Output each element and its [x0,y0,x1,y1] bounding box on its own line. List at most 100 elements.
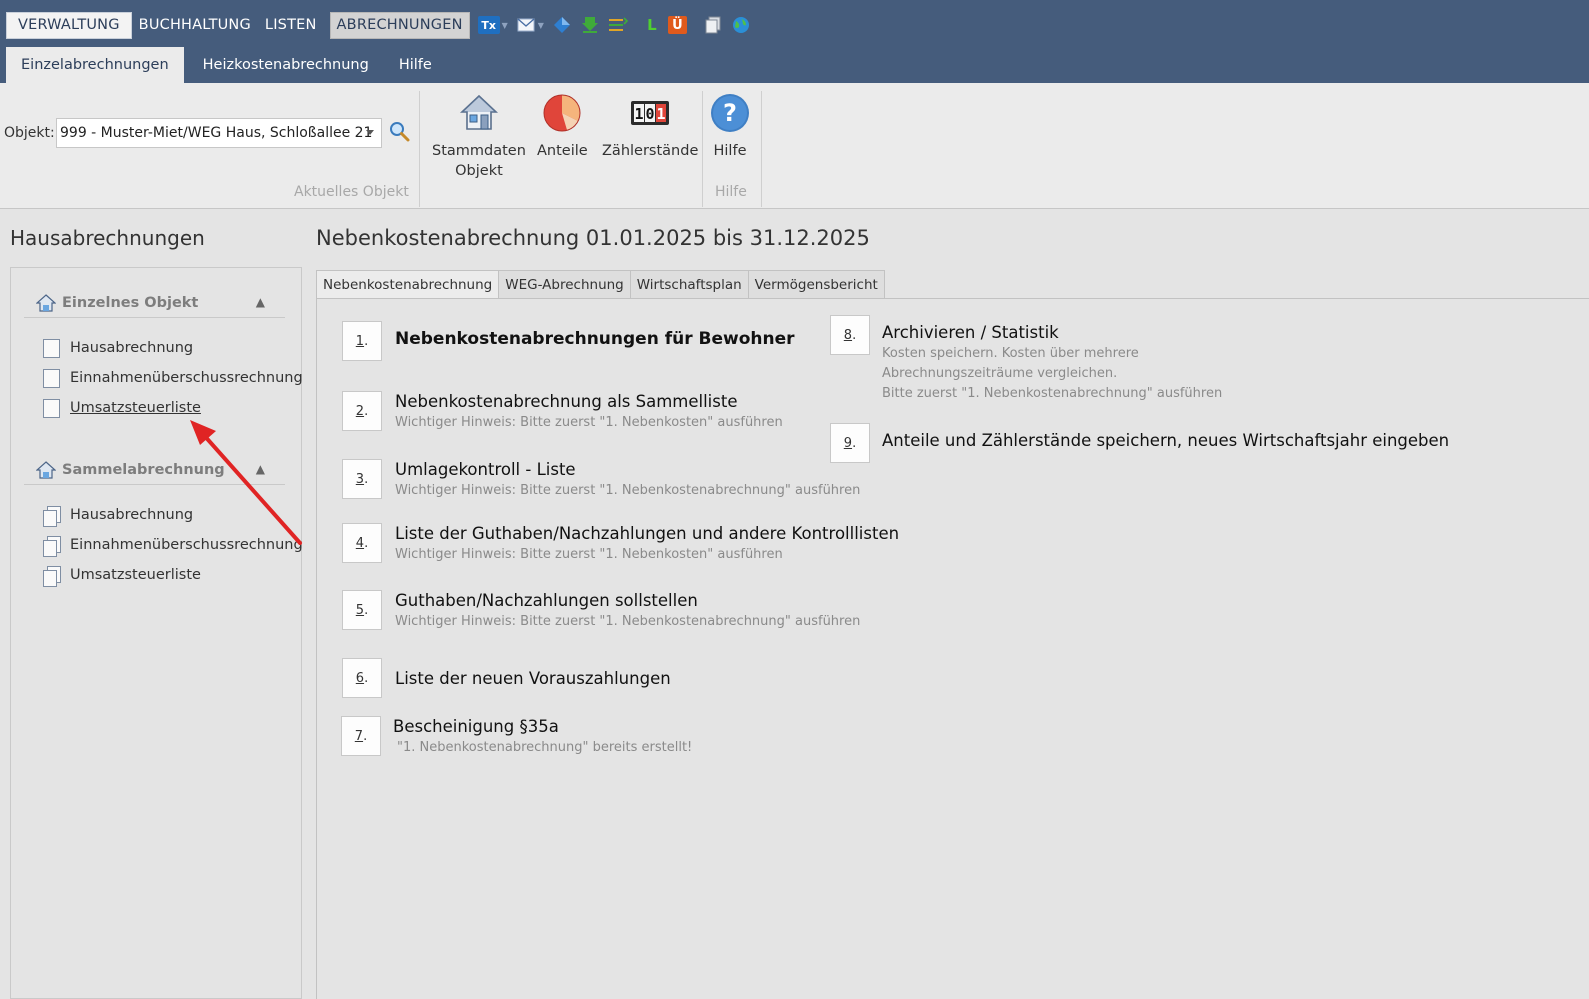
tab-heizkostenabrechnung[interactable]: Heizkostenabrechnung [188,47,384,83]
stammdaten-label-2: Objekt [455,163,503,179]
ribbon: Objekt: 999 - Muster-Miet/WEG Haus, Schl… [0,83,1589,209]
tx-icon[interactable]: Tx [477,16,500,34]
list-item-label: Hausabrechnung [70,507,194,523]
step-hint-line-3: Bitte zuerst "1. Nebenkostenabrechnung" … [882,386,1223,401]
zaehlerstaende-button[interactable]: 101 Zählerstände [602,93,698,161]
anteile-label: Anteile [537,143,588,159]
left-panel-title: Hausabrechnungen [10,226,205,250]
copy-icon[interactable] [703,15,723,35]
step-number-button[interactable]: 3. [342,459,382,499]
step-number-button[interactable]: 7. [341,716,381,756]
step-9[interactable]: 9. Anteile und Zählerstände speichern, n… [830,423,1449,463]
step-7[interactable]: 7. Bescheinigung §35a "1. Nebenkostenabr… [341,716,692,758]
step-title[interactable]: Nebenkostenabrechnungen für Bewohner [395,328,795,350]
ue-icon[interactable]: Ü [667,16,687,34]
step-number-button[interactable]: 5. [342,590,382,630]
list-item-sammel-umsatzsteuerliste[interactable]: Umsatzsteuerliste [43,564,201,587]
globe-icon[interactable] [731,15,751,35]
step-hint-line-2: Abrechnungszeiträume vergleichen. [882,366,1118,381]
step-number-button[interactable]: 9. [830,423,870,463]
step-5[interactable]: 5. Guthaben/Nachzahlungen sollstellen Wi… [342,590,860,632]
chevron-down-icon[interactable]: ▼ [502,21,508,30]
group-header-einzelnes-objekt[interactable]: Einzelnes Objekt ▲ [24,288,285,318]
step-title[interactable]: Archivieren / Statistik [882,322,1222,344]
step-number-button[interactable]: 2. [342,391,382,431]
group-label-aktuelles-objekt: Aktuelles Objekt [294,184,409,200]
ribbon-tabs: Einzelabrechnungen Heizkostenabrechnung … [6,47,447,83]
title-bar: VERWALTUNG BUCHHALTUNG LISTEN ABRECHNUNG… [0,0,1589,83]
tab-nebenkostenabrechnung[interactable]: Nebenkostenabrechnung [316,270,500,299]
tab-vermoegensbericht[interactable]: Vermögensbericht [747,270,885,299]
step-number-button[interactable]: 4. [342,523,382,563]
step-8[interactable]: 8. Archivieren / Statistik Kosten speich… [830,315,1222,404]
mail-icon[interactable] [516,15,536,35]
documents-icon [43,535,61,557]
chevron-up-icon[interactable]: ▲ [256,295,265,309]
list-icon[interactable] [608,15,628,35]
step-1[interactable]: 1. Nebenkostenabrechnungen für Bewohner [342,321,795,361]
object-label: Objekt: [4,125,55,141]
document-icon [43,368,60,388]
download-icon[interactable] [580,15,600,35]
step-4[interactable]: 4. Liste der Guthaben/Nachzahlungen und … [342,523,899,565]
list-item-label: Hausabrechnung [70,340,194,356]
menu-listen[interactable]: LISTEN [258,12,324,39]
step-number-button[interactable]: 6. [342,658,382,698]
stammdaten-label-1: Stammdaten [432,143,526,159]
tab-einzelabrechnungen[interactable]: Einzelabrechnungen [6,47,184,83]
help-icon: ? [710,93,750,133]
main-tabs: Nebenkostenabrechnung WEG-Abrechnung Wir… [316,270,885,299]
menu-verwaltung[interactable]: VERWALTUNG [6,11,132,39]
menu-buchhaltung[interactable]: BUCHHALTUNG [132,12,258,39]
hilfe-button[interactable]: ? Hilfe [710,93,750,161]
step-hint: "1. Nebenkostenabrechnung" bereits erste… [397,740,693,755]
list-item-einnahmenueberschussrechnung[interactable]: Einnahmenüberschussrechnung [43,367,303,389]
step-title[interactable]: Liste der Guthaben/Nachzahlungen und and… [395,523,899,545]
step-number-button[interactable]: 1. [342,321,382,361]
step-number-button[interactable]: 8. [830,315,870,355]
step-title[interactable]: Umlagekontroll - Liste [395,459,860,481]
documents-icon [43,565,61,587]
object-select-value: 999 - Muster-Miet/WEG Haus, Schloßallee … [60,125,373,141]
step-hint: Wichtiger Hinweis: Bitte zuerst "1. Nebe… [395,415,783,430]
ribbon-separator [702,91,703,207]
menu-abrechnungen[interactable]: ABRECHNUNGEN [329,11,470,39]
object-select[interactable]: 999 - Muster-Miet/WEG Haus, Schloßallee … [56,118,382,148]
step-title[interactable]: Bescheinigung §35a [393,716,692,738]
anteile-button[interactable]: Anteile [537,93,588,161]
list-item-label: Umsatzsteuerliste [70,400,201,416]
ribbon-separator [419,91,420,207]
stammdaten-objekt-button[interactable]: Stammdaten Objekt [432,93,526,181]
step-hint: Wichtiger Hinweis: Bitte zuerst "1. Nebe… [395,547,783,562]
ribbon-separator [761,91,762,207]
step-title[interactable]: Liste der neuen Vorauszahlungen [395,668,671,690]
counter-digit: 1 [657,105,666,123]
step-title[interactable]: Guthaben/Nachzahlungen sollstellen [395,590,860,612]
list-item-sammel-hausabrechnung[interactable]: Hausabrechnung [43,504,194,527]
tab-hilfe[interactable]: Hilfe [384,47,447,83]
counter-digit: 1 [635,105,644,123]
diamond-icon[interactable] [552,15,572,35]
list-item-label: Umsatzsteuerliste [70,567,201,583]
building-icon [35,293,57,312]
step-6[interactable]: 6. Liste der neuen Vorauszahlungen [342,658,671,698]
counter-icon: 101 [630,93,670,133]
step-3[interactable]: 3. Umlagekontroll - Liste Wichtiger Hinw… [342,459,860,501]
hilfe-label: Hilfe [713,143,747,159]
page-title: Nebenkostenabrechnung 01.01.2025 bis 31.… [316,226,870,250]
search-icon[interactable] [389,121,413,145]
tab-wirtschaftsplan[interactable]: Wirtschaftsplan [629,270,749,299]
step-title[interactable]: Nebenkostenabrechnung als Sammelliste [395,391,783,413]
main-menu: VERWALTUNG BUCHHALTUNG LISTEN ABRECHNUNG… [6,11,751,39]
list-item-hausabrechnung[interactable]: Hausabrechnung [43,337,193,359]
group-label: Einzelnes Objekt [62,294,199,311]
pie-chart-icon [542,93,582,133]
list-item-umsatzsteuerliste[interactable]: Umsatzsteuerliste [43,397,201,419]
step-2[interactable]: 2. Nebenkostenabrechnung als Sammelliste… [342,391,783,433]
tab-weg-abrechnung[interactable]: WEG-Abrechnung [498,270,631,299]
svg-text:?: ? [723,99,737,127]
step-title[interactable]: Anteile und Zählerstände speichern, neue… [882,430,1449,452]
chevron-down-icon[interactable]: ▼ [538,21,544,30]
chevron-down-icon[interactable] [366,130,374,135]
l-icon[interactable]: L [642,15,662,35]
